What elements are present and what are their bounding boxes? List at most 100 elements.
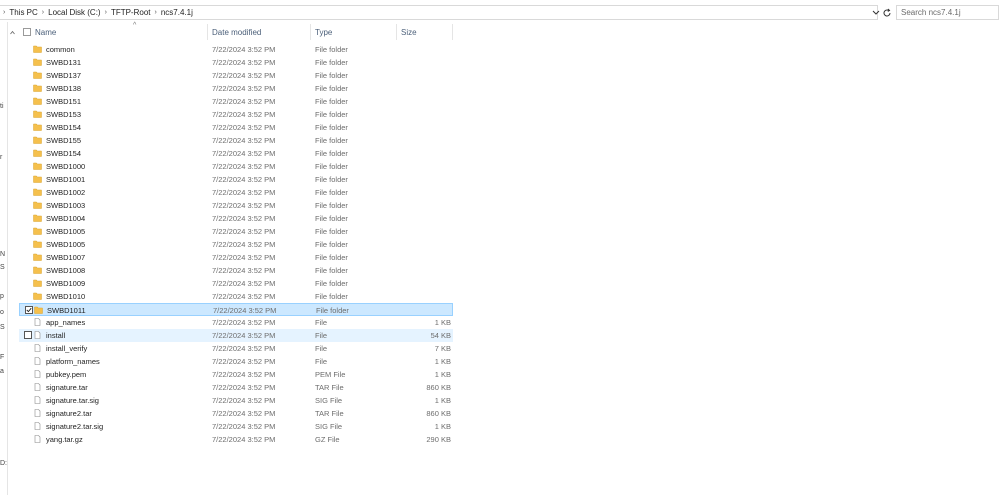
file-size: 1 KB [434, 357, 451, 366]
file-date-modified: 7/22/2024 3:52 PM [212, 110, 276, 119]
file-date-modified: 7/22/2024 3:52 PM [212, 188, 276, 197]
file-row[interactable]: app_names 7/22/2024 3:52 PM File 1 KB [19, 316, 453, 329]
file-row[interactable]: SWBD1005 7/22/2024 3:52 PM File folder [19, 238, 453, 251]
file-date-modified: 7/22/2024 3:52 PM [212, 201, 276, 210]
file-size [399, 238, 451, 251]
file-name: app_names [46, 318, 86, 327]
breadcrumb[interactable]: › This PC › Local Disk (C:) › TFTP-Root … [0, 5, 878, 20]
nav-item-fragment[interactable]: o [0, 309, 4, 316]
file-name: SWBD1003 [46, 201, 86, 210]
file-row[interactable]: yang.tar.gz 7/22/2024 3:52 PM GZ File 290 K… [19, 433, 453, 446]
file-icon [34, 435, 41, 443]
breadcrumb-current-folder[interactable]: ncs7.4.1j [158, 8, 196, 17]
folder-icon [33, 123, 42, 131]
file-row[interactable]: SWBD1000 7/22/2024 3:52 PM File folder [19, 160, 453, 173]
file-name: common [46, 45, 75, 54]
file-row[interactable]: SWBD1001 7/22/2024 3:52 PM File folder [19, 173, 453, 186]
folder-icon [33, 240, 42, 248]
file-row[interactable]: pubkey.pem 7/22/2024 3:52 PM PEM File 1 KB [19, 368, 453, 381]
file-row[interactable]: SWBD151 7/22/2024 3:52 PM File folder [19, 95, 453, 108]
row-checkbox[interactable] [25, 306, 33, 314]
breadcrumb-local-disk[interactable]: Local Disk (C:) [45, 8, 103, 17]
file-row[interactable]: SWBD1004 7/22/2024 3:52 PM File folder [19, 212, 453, 225]
folder-icon [33, 188, 42, 196]
file-row[interactable]: signature.tar 7/22/2024 3:52 PM TAR File 86… [19, 381, 453, 394]
file-row[interactable]: SWBD1011 7/22/2024 3:52 PM File folder [19, 303, 453, 316]
column-type-label: Type [315, 27, 333, 37]
file-row[interactable]: SWBD138 7/22/2024 3:52 PM File folder [19, 82, 453, 95]
folder-icon [33, 201, 42, 209]
file-name: SWBD154 [46, 149, 82, 158]
file-row[interactable]: SWBD1008 7/22/2024 3:52 PM File folder [19, 264, 453, 277]
file-type: File folder [315, 266, 348, 275]
folder-icon [33, 175, 42, 183]
nav-item-fragment[interactable]: S [0, 324, 5, 331]
file-icon [34, 318, 41, 326]
file-row[interactable]: signature2.tar.sig 7/22/2024 3:52 PM SIG F… [19, 420, 453, 433]
nav-item-fragment[interactable]: ti [0, 103, 4, 110]
file-row[interactable]: SWBD155 7/22/2024 3:52 PM File folder [19, 134, 453, 147]
file-type: File [315, 318, 328, 327]
file-type: File folder [315, 175, 348, 184]
file-size: 860 KB [426, 409, 451, 418]
file-date-modified: 7/22/2024 3:52 PM [212, 214, 276, 223]
file-row[interactable]: signature.tar.sig 7/22/2024 3:52 PM SIG Fi… [19, 394, 453, 407]
file-type: File folder [315, 110, 348, 119]
file-type: GZ File [315, 435, 340, 444]
file-row[interactable]: common 7/22/2024 3:52 PM File folder [19, 43, 453, 56]
nav-item-fragment[interactable]: F [0, 354, 4, 361]
file-size [399, 199, 451, 212]
file-name: SWBD1002 [46, 188, 86, 197]
nav-item-fragment[interactable]: r [0, 154, 2, 161]
file-row[interactable]: SWBD137 7/22/2024 3:52 PM File folder [19, 69, 453, 82]
row-checkbox[interactable] [24, 331, 32, 339]
file-name: pubkey.pem [46, 370, 87, 379]
file-name: yang.tar.gz [46, 435, 83, 444]
file-icon [34, 383, 41, 391]
file-row[interactable]: SWBD153 7/22/2024 3:52 PM File folder [19, 108, 453, 121]
file-row[interactable]: SWBD1009 7/22/2024 3:52 PM File folder [19, 277, 453, 290]
file-type: File folder [315, 84, 348, 93]
nav-item-fragment[interactable]: a [0, 368, 4, 375]
file-date-modified: 7/22/2024 3:52 PM [212, 175, 276, 184]
file-size: 1 KB [434, 422, 451, 431]
column-header-date[interactable]: Date modified [208, 24, 311, 40]
file-name: SWBD1004 [46, 214, 86, 223]
file-row[interactable]: SWBD154 7/22/2024 3:52 PM File folder [19, 121, 453, 134]
file-row[interactable]: SWBD1005 7/22/2024 3:52 PM File folder [19, 225, 453, 238]
file-row[interactable]: signature2.tar 7/22/2024 3:52 PM TAR File 8… [19, 407, 453, 420]
file-size [399, 82, 451, 95]
nav-item-fragment[interactable]: p [0, 293, 4, 300]
file-date-modified: 7/22/2024 3:52 PM [212, 344, 276, 353]
file-name: SWBD153 [46, 110, 82, 119]
file-row[interactable]: install 7/22/2024 3:52 PM File 54 KB [19, 329, 453, 342]
nav-item-fragment[interactable]: D: [0, 460, 7, 467]
file-row[interactable]: SWBD154 7/22/2024 3:52 PM File folder [19, 147, 453, 160]
select-all-checkbox[interactable] [23, 28, 31, 36]
file-row[interactable]: platform_names 7/22/2024 3:52 PM File 1 KB [19, 355, 453, 368]
file-name: SWBD154 [46, 123, 82, 132]
file-row[interactable]: SWBD131 7/22/2024 3:52 PM File folder [19, 56, 453, 69]
search-input[interactable]: Search ncs7.4.1j [896, 5, 999, 20]
column-header-name[interactable]: Name [31, 24, 208, 40]
chevron-up-icon[interactable] [10, 29, 15, 37]
breadcrumb-this-pc[interactable]: This PC [6, 8, 40, 17]
column-header-type[interactable]: Type [311, 24, 397, 40]
file-row[interactable]: SWBD1002 7/22/2024 3:52 PM File folder [19, 186, 453, 199]
chevron-down-icon[interactable] [872, 8, 880, 18]
file-row[interactable]: SWBD1007 7/22/2024 3:52 PM File folder [19, 251, 453, 264]
column-header-size[interactable]: Size [397, 24, 453, 40]
file-type: File folder [315, 201, 348, 210]
file-size [399, 225, 451, 238]
nav-item-fragment[interactable]: S [0, 264, 5, 271]
breadcrumb-tftp-root[interactable]: TFTP-Root [108, 8, 154, 17]
file-row[interactable]: install_verify 7/22/2024 3:52 PM File 7 KB [19, 342, 453, 355]
file-type: File [315, 357, 328, 366]
refresh-icon[interactable] [882, 8, 892, 18]
nav-item-fragment[interactable]: N [0, 251, 5, 258]
folder-icon [33, 279, 42, 287]
file-type: File folder [315, 123, 348, 132]
file-row[interactable]: SWBD1010 7/22/2024 3:52 PM File folder [19, 290, 453, 303]
navigation-pane[interactable]: ti r N S p o S F a D: [0, 22, 8, 495]
file-row[interactable]: SWBD1003 7/22/2024 3:52 PM File folder [19, 199, 453, 212]
